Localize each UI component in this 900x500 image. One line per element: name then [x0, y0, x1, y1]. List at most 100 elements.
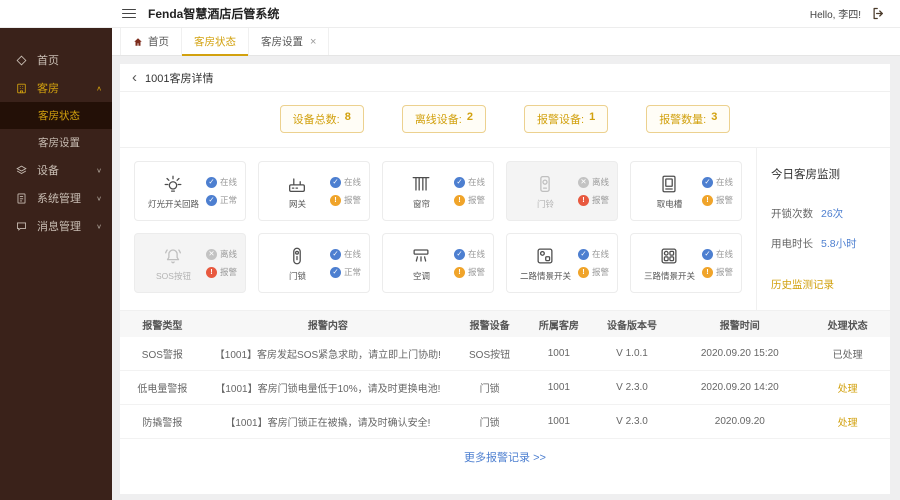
status-dot-icon — [453, 266, 465, 278]
status-dot-icon — [577, 266, 589, 278]
power-duration-row: 用电时长 5.8小时 — [771, 236, 876, 251]
status-dot-icon — [205, 176, 217, 188]
device-name: 二路情景开关 — [519, 271, 571, 281]
device-card-light-circuit[interactable]: 灯光开关回路 在线 正常 — [134, 161, 246, 221]
device-status: 报警 — [205, 266, 237, 278]
stat-total-devices: 设备总数: 8 — [279, 105, 364, 133]
device-name: 取电槽 — [656, 199, 683, 209]
cell-device-version: V 2.3.0 — [616, 416, 648, 427]
top-header: Fenda智慧酒店后管系统 Hello, 李四! — [0, 0, 900, 28]
app-title: Fenda智慧酒店后管系统 — [148, 7, 280, 21]
sidebar-item-label: 设备 — [37, 165, 59, 177]
sidebar-item-system[interactable]: 系统管理 ∨ — [0, 184, 112, 212]
breadcrumb: ‹ 1001客房详情 — [120, 64, 890, 92]
tab-bar: 首页 客房状态 客房设置 × — [112, 28, 900, 56]
device-status: 在线 — [205, 176, 237, 188]
stat-alarm-count: 报警数量: 3 — [646, 105, 731, 133]
device-card-door-lock[interactable]: 门锁 在线 正常 — [258, 233, 370, 293]
device-status: 报警 — [577, 266, 609, 278]
col-header-alarm-device: 报警设备 — [469, 320, 510, 332]
doorbell-icon — [534, 172, 556, 196]
device-name: 灯光开关回路 — [147, 199, 199, 209]
status-dot-icon — [577, 176, 589, 188]
status-label: 正常 — [343, 267, 361, 277]
device-name: 三路情景开关 — [643, 271, 695, 281]
home-tab-icon — [134, 37, 142, 46]
sidebar-item-rooms[interactable]: 客房 ∧ — [0, 74, 112, 102]
chevron-down-icon: ∨ — [96, 222, 102, 230]
chevron-down-icon: ∨ — [96, 166, 102, 174]
back-arrow-icon[interactable]: ‹ — [132, 70, 137, 85]
col-header-device-version: 设备版本号 — [607, 320, 658, 332]
sidebar-item-room-settings[interactable]: 客房设置 — [0, 129, 112, 156]
sidebar: 首页 客房 ∧ 客房状态 客房设置 设备 ∨ 系统管理 ∨ 消息管理 ∨ — [0, 28, 112, 500]
device-status: 报警 — [453, 194, 485, 206]
tab-room-settings[interactable]: 客房设置 × — [249, 28, 330, 55]
status-label: 离线 — [219, 249, 237, 259]
stats-row: 设备总数: 8 离线设备: 2 报警设备: 1 报警数量: 3 — [120, 92, 890, 148]
sidebar-item-label: 系统管理 — [37, 193, 81, 205]
device-card-air-conditioner[interactable]: 空调 在线 报警 — [382, 233, 494, 293]
status-dot-icon — [701, 194, 713, 206]
cell-alarm-time: 2020.09.20 15:20 — [700, 348, 779, 359]
handle-status-link[interactable]: 处理 — [805, 414, 890, 429]
stat-label: 报警数量: — [659, 114, 707, 126]
cell-alarm-device: 门锁 — [479, 384, 500, 395]
status-dot-icon — [577, 194, 589, 206]
history-records-link[interactable]: 历史监测记录 — [771, 277, 876, 292]
device-status: 正常 — [329, 266, 361, 278]
power-duration-value[interactable]: 5.8小时 — [821, 236, 857, 251]
device-card-two-way-scene-switch[interactable]: 二路情景开关 在线 报警 — [506, 233, 618, 293]
device-card-gateway[interactable]: 网关 在线 报警 — [258, 161, 370, 221]
tab-home[interactable]: 首页 — [120, 28, 182, 55]
logout-icon[interactable] — [871, 6, 886, 21]
device-status: 在线 — [577, 248, 609, 260]
col-header-room: 所属客房 — [538, 320, 579, 332]
rooms-building-icon — [14, 81, 29, 96]
stat-value: 3 — [711, 111, 718, 123]
sidebar-subitem-label: 客房状态 — [38, 110, 80, 122]
messages-chat-icon — [14, 219, 29, 234]
device-name: SOS按钮 — [156, 271, 191, 281]
device-card-sos-button[interactable]: SOS按钮 离线 报警 — [134, 233, 246, 293]
light-circuit-icon — [162, 172, 184, 196]
status-dot-icon — [453, 176, 465, 188]
device-status: 离线 — [205, 248, 237, 260]
handle-status-link[interactable]: 处理 — [805, 380, 890, 395]
menu-toggle-icon[interactable] — [122, 8, 136, 19]
tab-room-status[interactable]: 客房状态 — [182, 28, 249, 56]
sidebar-item-devices[interactable]: 设备 ∨ — [0, 156, 112, 184]
cell-alarm-type: 低电量警报 — [137, 384, 188, 395]
status-dot-icon — [329, 176, 341, 188]
stat-alarm-devices: 报警设备: 1 — [524, 105, 609, 133]
cell-alarm-device: 门锁 — [479, 418, 500, 429]
status-label: 在线 — [467, 249, 485, 259]
device-card-curtain[interactable]: 窗帘 在线 报警 — [382, 161, 494, 221]
device-card-power-socket[interactable]: 取电槽 在线 报警 — [630, 161, 742, 221]
sidebar-item-room-status[interactable]: 客房状态 — [0, 102, 112, 129]
sidebar-item-label: 消息管理 — [37, 221, 81, 233]
sos-button-icon — [162, 244, 184, 268]
sidebar-item-home[interactable]: 首页 — [0, 46, 112, 74]
cell-alarm-content: 【1001】客房门锁正在被撬，请及时确认安全! — [225, 418, 431, 429]
unlock-count-value[interactable]: 26次 — [821, 206, 843, 221]
status-dot-icon — [205, 266, 217, 278]
status-label: 在线 — [715, 177, 733, 187]
table-row: SOS警报 【1001】客房发起SOS紧急求助，请立即上门协助! SOS按钮 1… — [120, 337, 890, 371]
col-header-alarm-type: 报警类型 — [142, 320, 183, 332]
table-header-row: 报警类型 报警内容 报警设备 所属客房 设备版本号 报警时间 处理状态 — [120, 311, 890, 337]
device-status: 报警 — [453, 266, 485, 278]
close-tab-icon[interactable]: × — [310, 36, 316, 48]
status-dot-icon — [577, 248, 589, 260]
device-card-three-way-scene-switch[interactable]: 三路情景开关 在线 报警 — [630, 233, 742, 293]
door-lock-icon — [286, 244, 308, 268]
gateway-icon — [286, 172, 308, 196]
device-card-doorbell[interactable]: 门铃 离线 报警 — [506, 161, 618, 221]
cell-device-version: V 2.3.0 — [616, 382, 648, 393]
table-row: 低电量警报 【1001】客房门锁电量低于10%，请及时更换电池! 门锁 1001… — [120, 371, 890, 405]
cell-alarm-type: SOS警报 — [141, 350, 183, 361]
more-alarm-records-link[interactable]: 更多报警记录 >> — [120, 439, 890, 473]
handle-status-link: 已处理 — [832, 350, 863, 361]
sidebar-item-messages[interactable]: 消息管理 ∨ — [0, 212, 112, 240]
device-status: 报警 — [577, 194, 609, 206]
